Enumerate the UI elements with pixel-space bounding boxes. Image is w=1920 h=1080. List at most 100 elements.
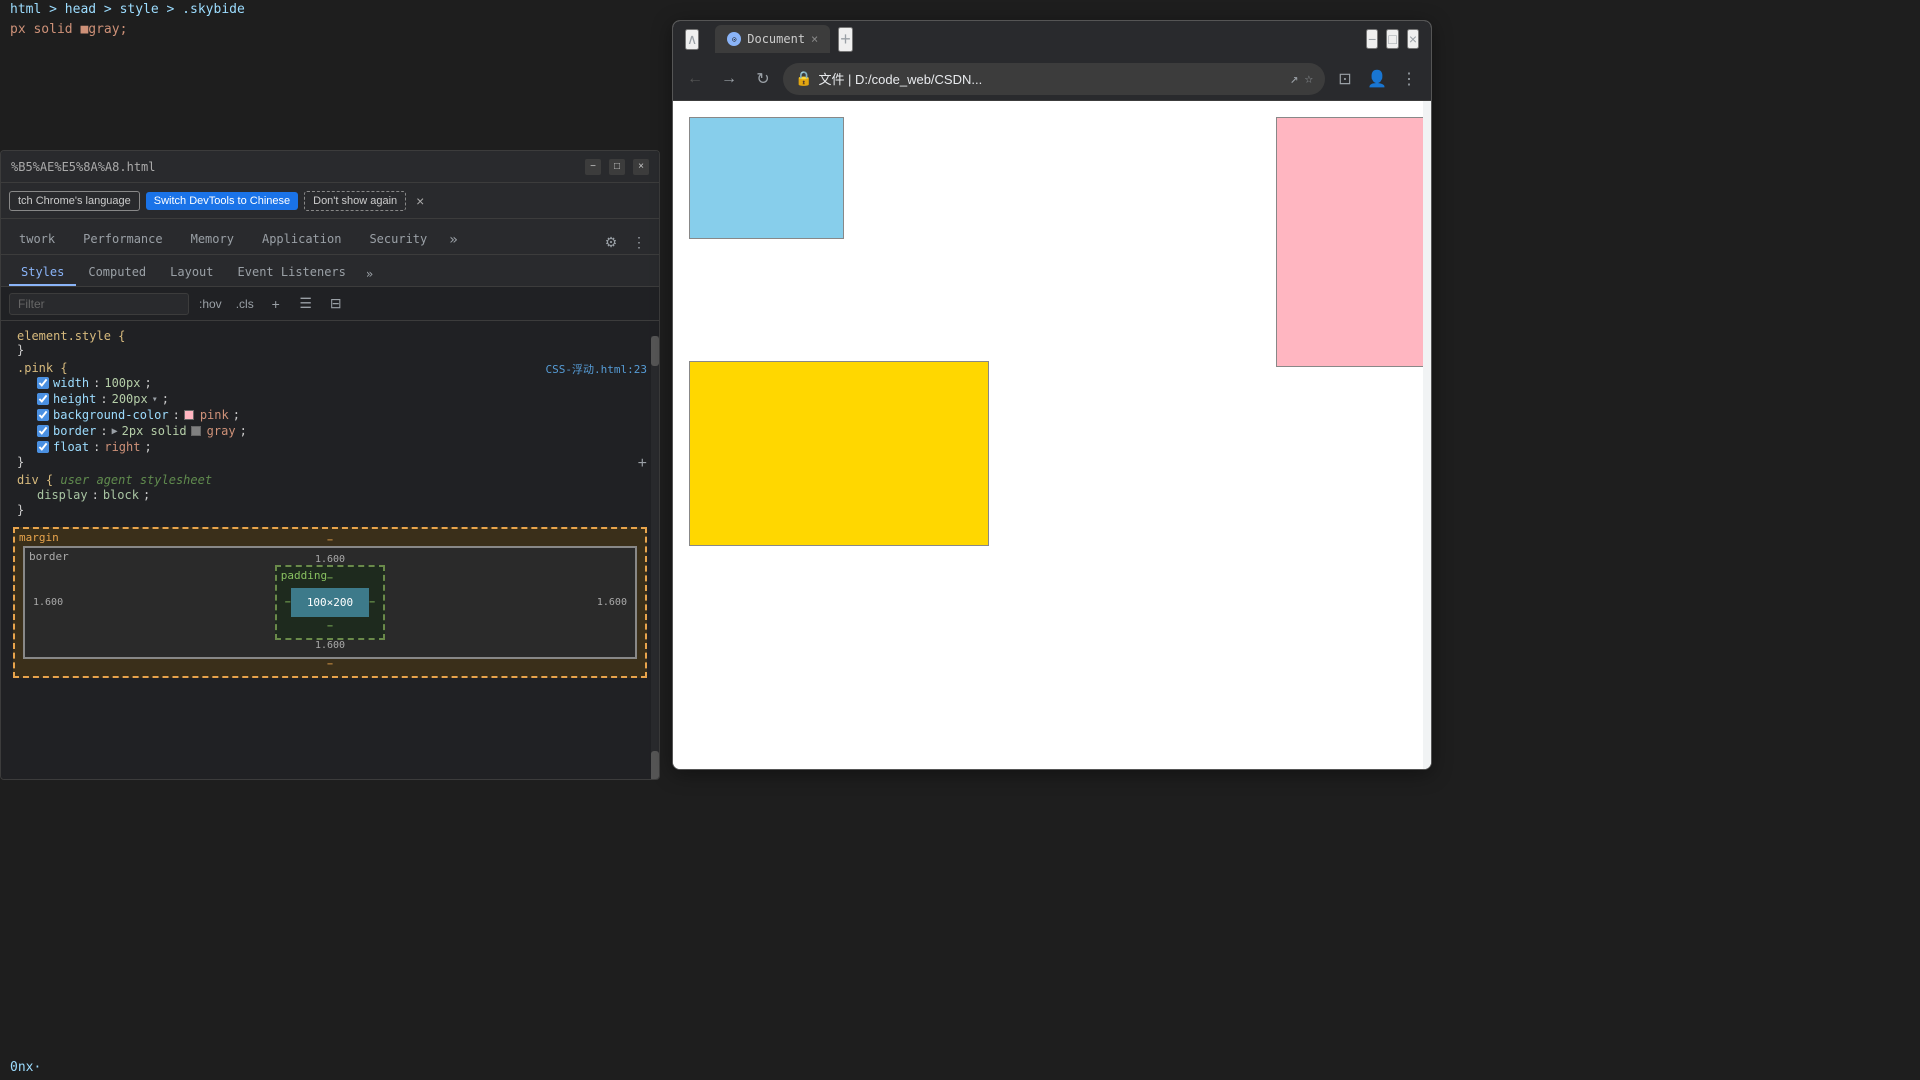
yellow-box: [689, 361, 989, 546]
devtools-more-btn[interactable]: ⋮: [627, 230, 651, 254]
box-padding: padding − − 100×200 −: [275, 565, 385, 640]
styles-tab-styles[interactable]: Styles: [9, 260, 76, 286]
blue-box: [689, 117, 844, 239]
padding-right-val: −: [369, 597, 375, 608]
devtools-scroll-thumb-top[interactable]: [651, 336, 659, 366]
border-left-val: 1.600: [33, 597, 63, 608]
tab-security[interactable]: Security: [355, 226, 441, 254]
devtools-close-btn[interactable]: ×: [633, 159, 649, 175]
tab-memory[interactable]: Memory: [177, 226, 248, 254]
devtools-minimize-btn[interactable]: −: [585, 159, 601, 175]
border-bottom-row: 1.600: [33, 640, 627, 651]
scroll-up-btn[interactable]: ∧: [685, 29, 699, 50]
box-model-section: margin − border 1.600: [13, 527, 647, 678]
browser-toolbar: ← → ↻ 🔒 文件 | D:/code_web/CSDN... ↗ ☆ ⊡ 👤…: [673, 57, 1431, 101]
prop-display: display : block ;: [17, 487, 647, 503]
height-expand-icon[interactable]: ▾: [152, 394, 158, 405]
padding-top-val: −: [327, 573, 333, 584]
reload-btn[interactable]: ↻: [749, 65, 777, 93]
devtools-vertical-scrollbar[interactable]: [651, 336, 659, 780]
browser-more-btn[interactable]: ⋮: [1395, 65, 1423, 93]
devtools-settings-btn[interactable]: ⚙: [599, 230, 623, 254]
element-style-rule: element.style { }: [1, 327, 659, 359]
div-rule-close: }: [17, 503, 24, 517]
devtools-titlebar: %B5%AE%E5%8A%A8.html − □ ×: [1, 151, 659, 183]
styles-tab-layout[interactable]: Layout: [158, 260, 225, 286]
browser-window: ∧ ⊙ Document × + − □ × ← → ↻ 🔒 文件 | D:/c…: [672, 20, 1432, 770]
tab-network[interactable]: twork: [5, 226, 69, 254]
border-expand-icon[interactable]: ▶: [112, 426, 118, 437]
dont-show-again-btn[interactable]: Don't show again: [304, 191, 406, 211]
cls-filter-btn[interactable]: .cls: [232, 295, 258, 313]
address-bar[interactable]: 🔒 文件 | D:/code_web/CSDN... ↗ ☆: [783, 63, 1325, 95]
box-margin: margin − border 1.600: [13, 527, 647, 678]
bookmark-icon[interactable]: ☆: [1305, 71, 1313, 87]
margin-bottom-val: −: [327, 659, 333, 670]
browser-content: [673, 101, 1431, 769]
prop-float: float : right ;: [17, 439, 647, 455]
tab-application[interactable]: Application: [248, 226, 355, 254]
extensions-btn[interactable]: ⊡: [1331, 65, 1359, 93]
tab-close-btn[interactable]: ×: [811, 32, 818, 46]
back-btn[interactable]: ←: [681, 65, 709, 93]
pink-rule-close: }: [17, 455, 24, 469]
css-code: px solid ■gray;: [10, 22, 127, 37]
styles-tab-computed[interactable]: Computed: [76, 260, 158, 286]
pink-selector: .pink {: [17, 361, 68, 375]
switch-language-btn[interactable]: tch Chrome's language: [9, 191, 140, 211]
switch-devtools-btn[interactable]: Switch DevTools to Chinese: [146, 192, 298, 210]
browser-active-tab[interactable]: ⊙ Document ×: [715, 25, 830, 53]
styles-subtabs: Styles Computed Layout Event Listeners »: [1, 255, 659, 287]
pink-box: [1276, 117, 1431, 367]
bottom-code-text: 0nx·: [10, 1060, 41, 1075]
pink-source[interactable]: CSS-浮动.html:23: [546, 361, 647, 377]
box-content-size: 100×200: [291, 588, 369, 617]
inspect-btn[interactable]: ⊟: [324, 292, 348, 316]
padding-side-row: − 100×200 −: [285, 584, 375, 621]
div-css-rule: div { user agent stylesheet display : bl…: [1, 471, 659, 519]
prop-background-color: background-color : pink ;: [17, 407, 647, 423]
new-tab-btn[interactable]: +: [838, 27, 853, 52]
forward-btn[interactable]: →: [715, 65, 743, 93]
share-icon[interactable]: ↗: [1290, 71, 1298, 87]
browser-maximize-btn[interactable]: □: [1386, 29, 1398, 49]
border-top-val: 1.600: [315, 554, 345, 565]
browser-window-scroll-up: ∧: [685, 29, 699, 50]
browser-minimize-btn[interactable]: −: [1366, 29, 1378, 49]
prop-height: height : 200px ▾ ;: [17, 391, 647, 407]
language-bar-close-btn[interactable]: ×: [416, 193, 424, 209]
border-top-row: 1.600: [33, 554, 627, 565]
element-style-close: }: [17, 343, 24, 357]
prop-height-checkbox[interactable]: [37, 393, 49, 405]
prop-float-checkbox[interactable]: [37, 441, 49, 453]
code-css-line: px solid ■gray;: [0, 19, 670, 40]
browser-scrollbar[interactable]: [1423, 101, 1431, 769]
tab-label: Document: [747, 32, 805, 46]
prop-border-checkbox[interactable]: [37, 425, 49, 437]
box-border: border 1.600 1.600 padding −: [23, 546, 637, 659]
border-color-swatch[interactable]: [191, 426, 201, 436]
profile-btn[interactable]: 👤: [1363, 65, 1391, 93]
styles-tab-more[interactable]: »: [358, 262, 381, 286]
padding-label: padding: [281, 569, 327, 582]
hov-filter-btn[interactable]: :hov: [195, 295, 226, 313]
prop-bg-color-checkbox[interactable]: [37, 409, 49, 421]
devtools-maximize-btn[interactable]: □: [609, 159, 625, 175]
address-text: 文件 | D:/code_web/CSDN...: [818, 69, 1284, 88]
prop-width-checkbox[interactable]: [37, 377, 49, 389]
tab-performance[interactable]: Performance: [69, 226, 176, 254]
browser-close-btn[interactable]: ×: [1407, 29, 1419, 49]
tab-more-btn[interactable]: »: [441, 226, 465, 254]
devtools-scroll-thumb-bottom[interactable]: [651, 751, 659, 780]
bg-color-swatch[interactable]: [184, 410, 194, 420]
breadcrumb: html > head > style > .skybide: [10, 2, 245, 17]
devtools-tab-icons: ⚙ ⋮: [599, 230, 659, 254]
toggle-style-btn[interactable]: ☰: [294, 292, 318, 316]
browser-toolbar-icons: ⊡ 👤 ⋮: [1331, 65, 1423, 93]
styles-filter-input[interactable]: [9, 293, 189, 315]
address-lock-icon: 🔒: [795, 71, 812, 87]
styles-tab-event-listeners[interactable]: Event Listeners: [226, 260, 358, 286]
add-style-btn[interactable]: +: [264, 292, 288, 316]
browser-tab-bar: ∧ ⊙ Document × + − □ ×: [673, 21, 1431, 57]
element-style-selector: element.style {: [17, 329, 125, 343]
